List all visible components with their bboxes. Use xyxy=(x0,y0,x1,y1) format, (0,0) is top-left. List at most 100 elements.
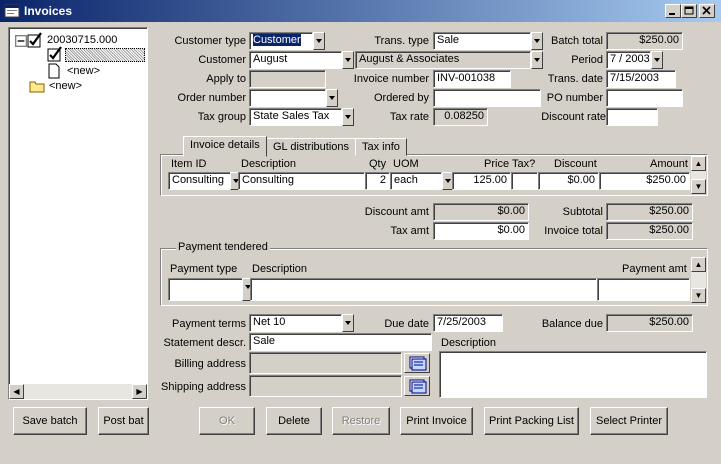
discount-amt-field: $0.00 xyxy=(433,203,529,221)
balance-due-label: Balance due xyxy=(541,318,603,330)
minimize-button[interactable] xyxy=(665,4,681,18)
col-amount: Amount xyxy=(650,158,688,170)
tree-item-invoice-new[interactable]: <new> xyxy=(67,65,100,77)
scroll-left-button[interactable]: ◀ xyxy=(9,384,24,399)
tax-amt-label: Tax amt xyxy=(390,225,429,237)
customer-type-select[interactable]: Customer xyxy=(249,32,313,50)
address-book-icon xyxy=(409,356,427,371)
batch-tree[interactable]: 20030715.000 <new> <new> xyxy=(8,27,148,400)
ok-button[interactable]: OK xyxy=(199,407,255,435)
subtotal-field: $250.00 xyxy=(606,203,693,221)
minimize-icon xyxy=(669,13,675,15)
customer-id-dropdown[interactable] xyxy=(342,51,354,69)
tree-horizontal-scrollbar[interactable]: ◀ ▶ xyxy=(9,384,147,399)
print-invoice-button[interactable]: Print Invoice xyxy=(400,407,473,435)
cell-amount[interactable]: $250.00 xyxy=(599,172,690,190)
grid-scroll-up-button[interactable]: ▲ xyxy=(691,156,706,171)
tax-amt-field[interactable]: $0.00 xyxy=(433,222,529,240)
customer-id-field[interactable]: August xyxy=(249,51,342,69)
due-date-field[interactable]: 7/25/2003 xyxy=(433,314,503,332)
due-date-label: Due date xyxy=(384,318,429,330)
description-label: Description xyxy=(441,337,497,349)
payment-type-cell[interactable] xyxy=(168,278,244,301)
customer-type-dropdown[interactable] xyxy=(313,32,325,50)
post-batch-button[interactable]: Post bat xyxy=(98,407,149,435)
statement-descr-field[interactable]: Sale xyxy=(249,333,432,351)
col-uom: UOM xyxy=(393,158,419,170)
po-number-label: PO number xyxy=(546,92,603,104)
payment-scroll-up-button[interactable]: ▲ xyxy=(691,257,706,272)
col-price: Price xyxy=(484,158,510,170)
batch-check-icon xyxy=(27,32,42,48)
order-number-label: Order number xyxy=(177,92,246,104)
trans-type-dropdown[interactable] xyxy=(531,32,543,50)
payment-terms-field[interactable]: Net 10 xyxy=(249,314,342,332)
address-book-icon xyxy=(409,379,427,394)
po-number-field[interactable] xyxy=(606,89,683,107)
cell-tax[interactable] xyxy=(511,172,538,190)
folder-icon xyxy=(29,81,45,93)
ordered-by-field[interactable] xyxy=(433,89,541,107)
trans-type-field[interactable]: Sale xyxy=(433,32,531,50)
tree-item-selected[interactable] xyxy=(65,48,145,62)
select-printer-button[interactable]: Select Printer xyxy=(590,407,668,435)
trans-type-label: Trans. type xyxy=(374,35,429,47)
trans-date-field[interactable]: 7/15/2003 xyxy=(606,70,676,88)
payment-vertical-scrollbar[interactable]: ▲ ▼ xyxy=(691,257,706,303)
payment-group-legend: Payment tendered xyxy=(176,241,270,253)
shipping-address-button[interactable] xyxy=(404,376,430,396)
cell-item-id[interactable]: Consulting xyxy=(168,172,232,190)
tab-invoice-details[interactable]: Invoice details xyxy=(183,136,267,157)
title-bar[interactable]: Invoices xyxy=(0,0,721,22)
customer-name-dropdown[interactable] xyxy=(531,51,543,69)
tree-item-batch-new[interactable]: <new> xyxy=(49,80,82,92)
trans-date-label: Trans. date xyxy=(547,73,603,85)
order-number-dropdown[interactable] xyxy=(326,89,338,107)
order-number-field[interactable] xyxy=(249,89,326,107)
billing-address-button[interactable] xyxy=(404,353,430,373)
cell-qty[interactable]: 2 xyxy=(365,172,390,190)
panel-splitter[interactable] xyxy=(148,27,153,400)
cell-discount[interactable]: $0.00 xyxy=(538,172,599,190)
balance-due-field: $250.00 xyxy=(606,314,693,332)
col-item-id: Item ID xyxy=(171,158,207,170)
print-packing-list-button[interactable]: Print Packing List xyxy=(484,407,579,435)
subtotal-label: Subtotal xyxy=(562,206,603,218)
tax-group-field[interactable]: State Sales Tax xyxy=(249,108,342,126)
save-batch-button[interactable]: Save batch xyxy=(13,407,87,435)
restore-button[interactable]: Restore xyxy=(332,407,390,435)
billing-address-label: Billing address xyxy=(174,358,246,370)
period-field[interactable]: 7 / 2003 xyxy=(606,51,651,69)
scroll-right-button[interactable]: ▶ xyxy=(132,384,147,399)
period-dropdown[interactable] xyxy=(651,51,663,69)
batch-total-label: Batch total xyxy=(551,35,603,47)
billing-address-field xyxy=(249,352,402,374)
col-payment-type: Payment type xyxy=(170,263,238,275)
collapse-icon[interactable] xyxy=(15,35,27,47)
payment-terms-dropdown[interactable] xyxy=(342,314,354,332)
payment-description-cell[interactable] xyxy=(250,278,597,301)
invoice-number-field[interactable]: INV-001038 xyxy=(433,70,511,88)
window-title: Invoices xyxy=(24,4,73,18)
cell-price[interactable]: 125.00 xyxy=(452,172,511,190)
discount-rate-field[interactable] xyxy=(606,108,658,126)
grid-vertical-scrollbar[interactable]: ▲ ▼ xyxy=(691,156,706,194)
grid-scroll-down-button[interactable]: ▼ xyxy=(691,179,706,194)
payment-scroll-down-button[interactable]: ▼ xyxy=(691,288,706,303)
maximize-button[interactable] xyxy=(681,4,697,18)
arrow-down-icon: ▼ xyxy=(694,182,703,191)
tab-gl-distributions[interactable]: GL distributions xyxy=(266,138,357,156)
payment-amt-cell[interactable] xyxy=(597,278,690,301)
col-qty: Qty xyxy=(369,158,387,170)
tab-tax-info[interactable]: Tax info xyxy=(355,138,407,156)
cell-description[interactable]: Consulting xyxy=(238,172,365,190)
cell-uom[interactable]: each xyxy=(390,172,442,190)
invoice-total-label: Invoice total xyxy=(544,225,603,237)
col-description: Description xyxy=(241,158,297,170)
description-textarea[interactable] xyxy=(439,351,707,398)
close-button[interactable] xyxy=(699,4,715,18)
tax-group-dropdown[interactable] xyxy=(342,108,354,126)
col-payment-description: Description xyxy=(252,263,308,275)
delete-button[interactable]: Delete xyxy=(266,407,322,435)
tree-item-batch[interactable]: 20030715.000 xyxy=(47,34,117,46)
